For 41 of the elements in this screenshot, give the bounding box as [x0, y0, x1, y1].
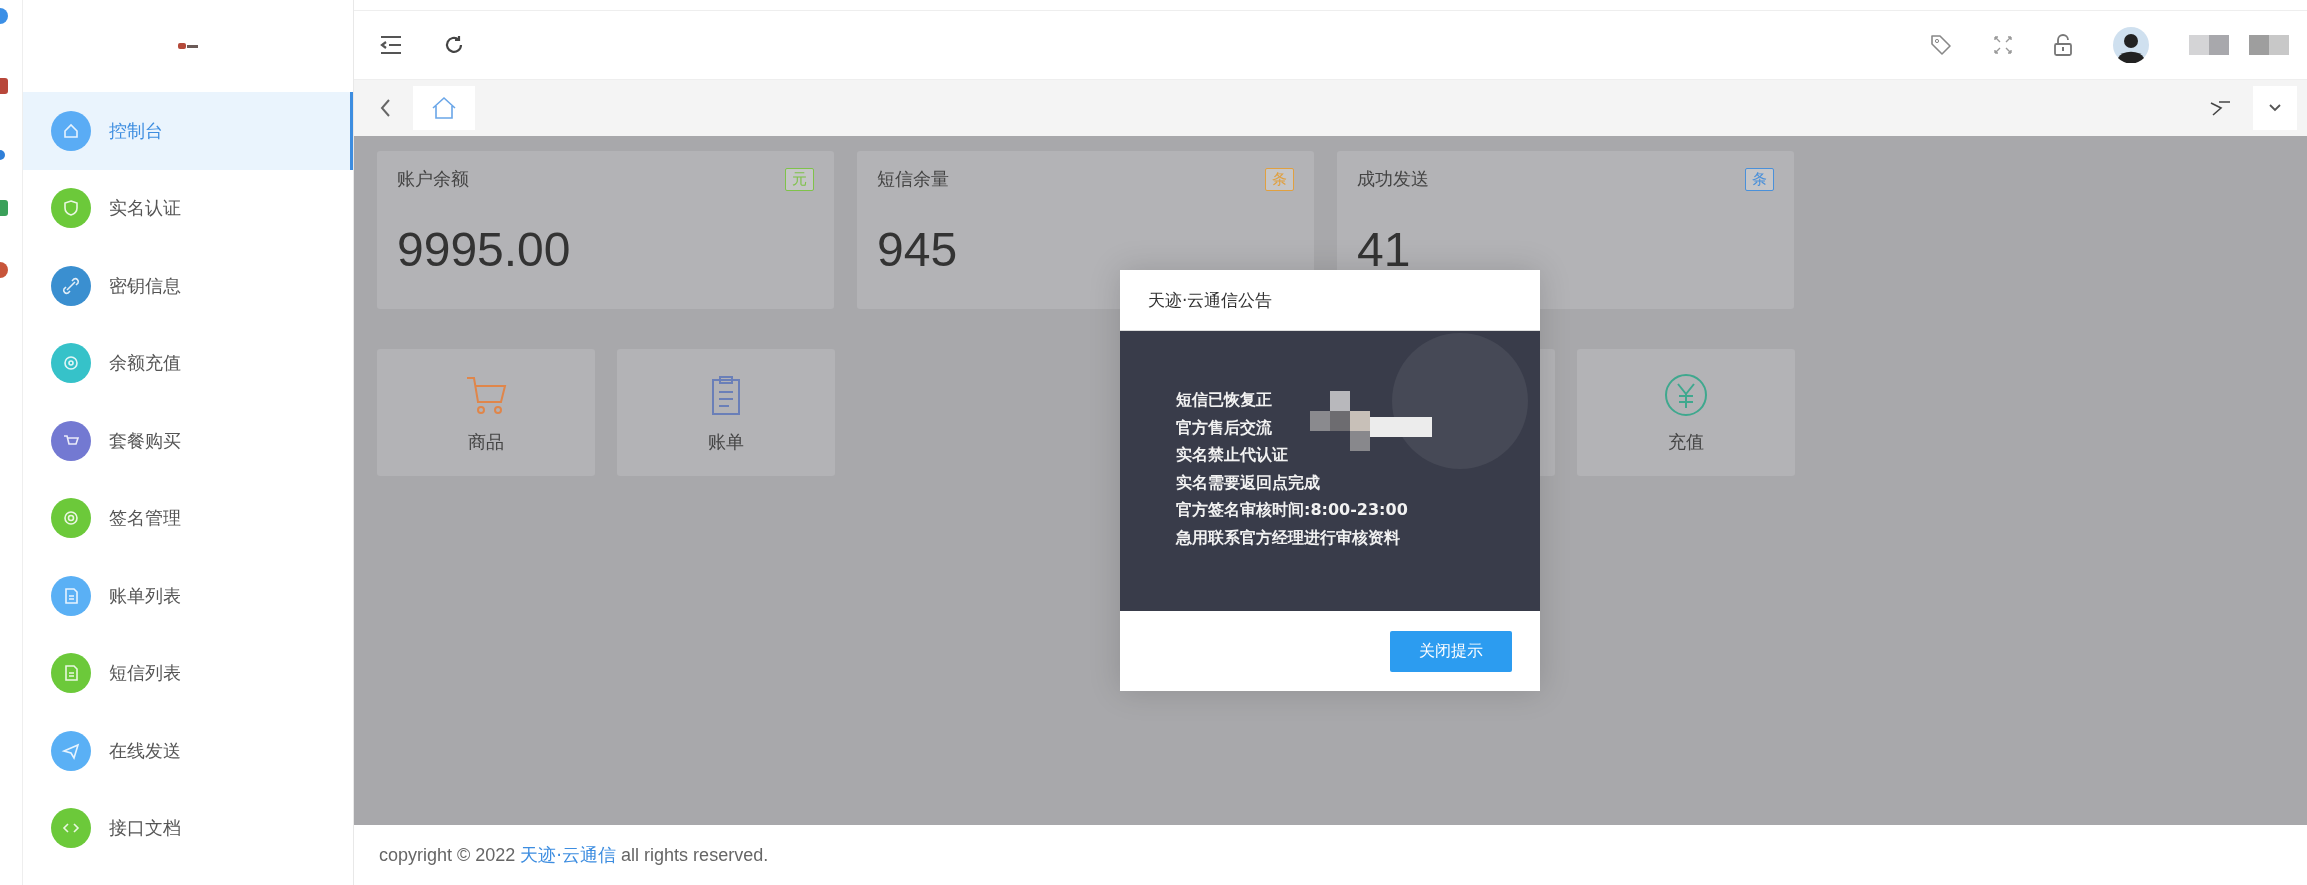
shortcut-card[interactable]: 充值 [1577, 349, 1795, 476]
avatar[interactable] [2113, 27, 2149, 63]
chevron-down-icon [2268, 103, 2282, 113]
fullscreen-icon[interactable] [1993, 35, 2013, 55]
home-tab[interactable] [413, 86, 475, 130]
stat-value: 945 [877, 222, 959, 278]
unit-tag: 条 [1265, 167, 1294, 191]
home-icon [431, 96, 457, 120]
notice-line: 短信已恢复正 [1176, 389, 1273, 411]
notice-line: 急用联系官方经理进行审核资料 [1176, 526, 1401, 549]
unit-tag: 元 [785, 167, 814, 191]
dialog-title: 天迹·云通信公告 [1148, 288, 1273, 312]
forward-icon[interactable] [2209, 99, 2231, 117]
sidebar-item[interactable]: 接口文档 [23, 789, 353, 867]
sidebar-item[interactable]: 在线发送 [23, 712, 353, 790]
stat-label: 账户余额 [397, 167, 469, 191]
notice-line: 实名需要返回点完成 [1176, 471, 1321, 494]
notice-line: 官方售后交流 [1176, 416, 1273, 439]
sidebar-item[interactable]: 签名管理 [23, 479, 353, 557]
sidebar-item[interactable]: 实名认证 [23, 169, 353, 247]
stat-value: 9995.00 [397, 222, 572, 278]
sidebar-item[interactable]: 短信列表 [23, 634, 353, 712]
site-link[interactable]: 天迹·云通信 [520, 844, 617, 865]
sidebar-item[interactable]: 套餐购买 [23, 402, 353, 480]
unit-tag: 条 [1745, 167, 1774, 191]
stat-value: 41 [1357, 222, 1412, 278]
stat-label: 短信余量 [877, 167, 949, 191]
logo-icon [177, 41, 199, 51]
notice-line: 实名禁止代认证 [1176, 444, 1289, 466]
sidebar-item[interactable]: 账单列表 [23, 557, 353, 635]
refresh-icon[interactable] [443, 34, 465, 56]
sidebar-item[interactable]: 余额充值 [23, 324, 353, 402]
copyright-text: copyright © 2022 天迹·云通信 all rights reserved. [379, 843, 769, 867]
shortcut-card[interactable]: 商品 [377, 349, 595, 476]
unlock-icon[interactable] [2053, 34, 2073, 56]
tag-icon[interactable] [1929, 33, 1953, 57]
shortcut-card[interactable]: 账单 [617, 349, 835, 476]
notice-line: 官方签名审核时间:8:00-23:00 [1176, 499, 1409, 521]
collapse-menu-icon[interactable] [379, 34, 403, 56]
sidebar-item[interactable]: 密钥信息 [23, 247, 353, 325]
stat-label: 成功发送 [1357, 167, 1429, 191]
